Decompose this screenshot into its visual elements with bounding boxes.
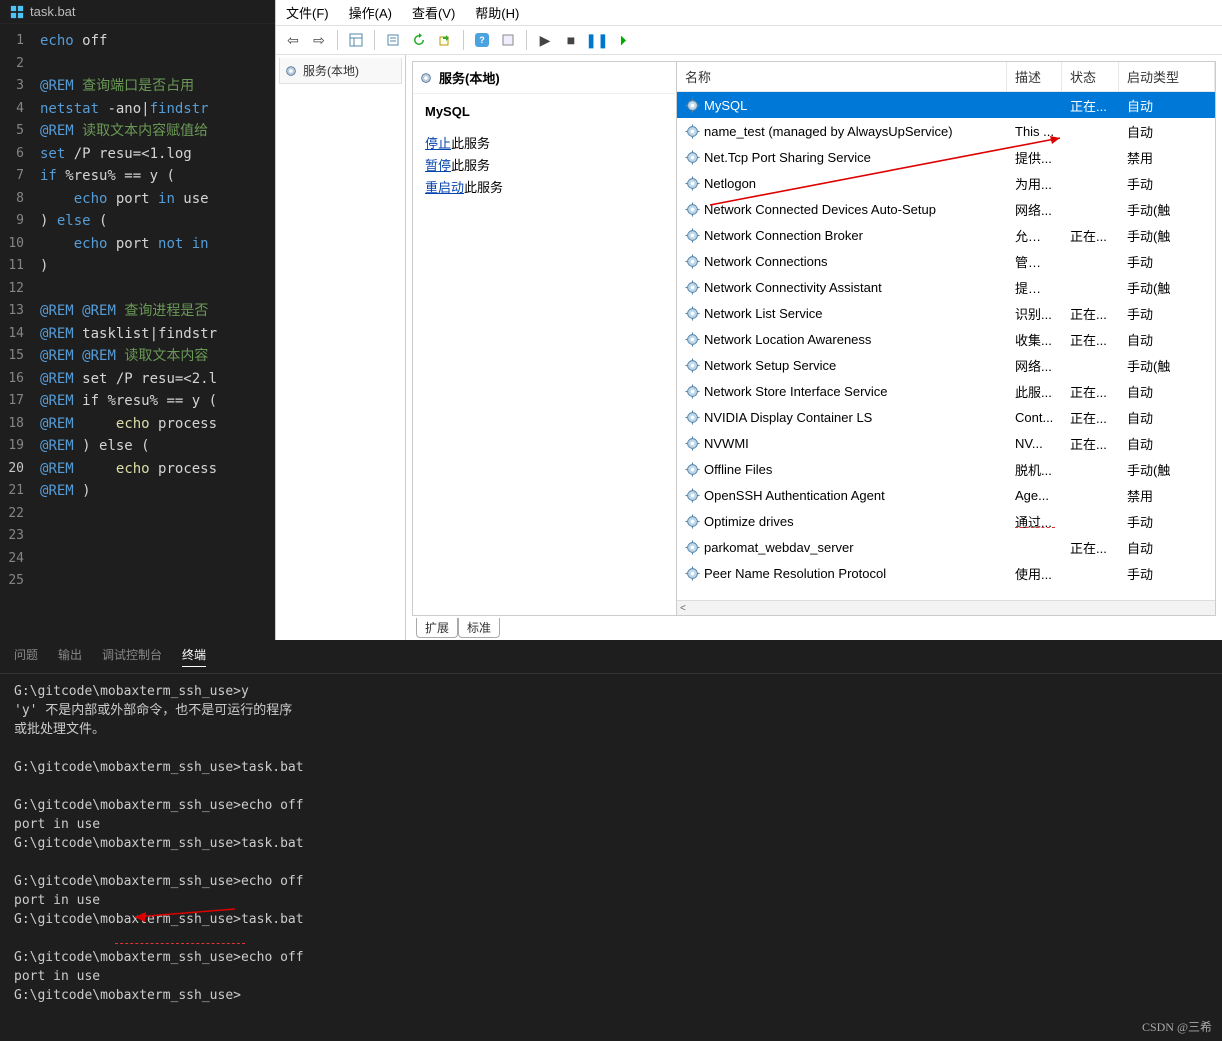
table-row[interactable]: NVIDIA Display Container LSCont...正在...自… xyxy=(677,404,1215,430)
gear-icon xyxy=(284,64,298,78)
restart-link[interactable]: 重启动 xyxy=(425,180,464,195)
horizontal-scroll-hint[interactable]: < xyxy=(677,600,1215,615)
col-status[interactable]: 状态 xyxy=(1062,62,1119,91)
table-row[interactable]: name_test (managed by AlwaysUpService)Th… xyxy=(677,118,1215,144)
pause-link[interactable]: 暂停 xyxy=(425,158,451,173)
properties-icon[interactable] xyxy=(382,29,404,51)
tab-调试控制台[interactable]: 调试控制台 xyxy=(102,646,162,667)
annotation-underline xyxy=(1015,527,1055,528)
table-row[interactable]: Netlogon为用...手动 xyxy=(677,170,1215,196)
menu-help[interactable]: 帮助(H) xyxy=(475,3,519,22)
col-name[interactable]: 名称 xyxy=(677,62,1007,91)
separator xyxy=(337,30,338,50)
pause-text: 此服务 xyxy=(451,158,490,173)
menu-action[interactable]: 操作(A) xyxy=(349,3,392,22)
start-icon[interactable]: ▶ xyxy=(534,29,556,51)
table-row[interactable]: Optimize drives通过...手动 xyxy=(677,508,1215,534)
table-row[interactable]: parkomat_webdav_server正在...自动 xyxy=(677,534,1215,560)
left-tree: 服务(本地) xyxy=(276,55,406,640)
refresh-icon[interactable] xyxy=(408,29,430,51)
back-icon[interactable]: ⇦ xyxy=(282,29,304,51)
col-start[interactable]: 启动类型 xyxy=(1119,62,1215,91)
tab-extended[interactable]: 扩展 xyxy=(416,618,458,638)
toolbar: ⇦ ⇨ ? ▶ ■ ❚❚ ⏵ xyxy=(276,25,1222,55)
table-row[interactable]: Network Connected Devices Auto-Setup网络..… xyxy=(677,196,1215,222)
table-row[interactable]: Network Connections管理"...手动 xyxy=(677,248,1215,274)
forward-icon[interactable]: ⇨ xyxy=(308,29,330,51)
view-icon[interactable] xyxy=(345,29,367,51)
table-row[interactable]: Network Store Interface Service此服...正在..… xyxy=(677,378,1215,404)
watermark: CSDN @三希 xyxy=(1142,1018,1212,1035)
detail-header-text: 服务(本地) xyxy=(439,68,500,87)
detail-header: 服务(本地) xyxy=(413,62,676,94)
menu-bar: 文件(F) 操作(A) 查看(V) 帮助(H) xyxy=(276,0,1222,25)
help-icon[interactable]: ? xyxy=(471,29,493,51)
table-row[interactable]: Peer Name Resolution Protocol使用...手动 xyxy=(677,560,1215,586)
stop-text: 此服务 xyxy=(451,136,490,151)
export-icon[interactable] xyxy=(434,29,456,51)
restart-icon[interactable]: ⏵ xyxy=(612,29,634,51)
table-row[interactable]: Network List Service识别...正在...手动 xyxy=(677,300,1215,326)
vscode-pane: task.bat 1echo off23@REM 查询端口是否占用4netsta… xyxy=(0,0,275,640)
menu-view[interactable]: 查看(V) xyxy=(412,3,455,22)
restart-text: 此服务 xyxy=(464,180,503,195)
services-main: 服务(本地) 服务(本地) MySQL 停止此服务 暂停此服务 重启动此服务 名… xyxy=(276,55,1222,640)
terminal-tabs: 问题输出调试控制台终端 xyxy=(0,640,1222,674)
tab-终端[interactable]: 终端 xyxy=(182,646,206,667)
bottom-tabs: 扩展 标准 xyxy=(412,618,1222,640)
detail-pane: 服务(本地) MySQL 停止此服务 暂停此服务 重启动此服务 xyxy=(412,61,677,616)
tab-standard[interactable]: 标准 xyxy=(458,618,500,638)
selected-service-name: MySQL xyxy=(425,104,664,119)
code-area[interactable]: 1echo off23@REM 查询端口是否占用4netstat -ano|fi… xyxy=(0,24,275,599)
terminal-panel: 问题输出调试控制台终端 G:\gitcode\mobaxterm_ssh_use… xyxy=(0,640,1222,1041)
separator xyxy=(526,30,527,50)
detail-content: MySQL 停止此服务 暂停此服务 重启动此服务 xyxy=(413,94,676,209)
table-row[interactable]: NVWMINV...正在...自动 xyxy=(677,430,1215,456)
pause-icon[interactable]: ❚❚ xyxy=(586,29,608,51)
col-desc[interactable]: 描述 xyxy=(1007,62,1062,91)
annotation-underline xyxy=(115,943,245,944)
editor-tab-name: task.bat xyxy=(30,4,76,19)
table-row[interactable]: Network Connectivity Assistant提供 ...手动(触 xyxy=(677,274,1215,300)
tree-label: 服务(本地) xyxy=(303,62,359,79)
table-row[interactable]: OpenSSH Authentication AgentAge...禁用 xyxy=(677,482,1215,508)
stop-link[interactable]: 停止 xyxy=(425,136,451,151)
table-row[interactable]: MySQL正在...自动 xyxy=(677,92,1215,118)
separator xyxy=(374,30,375,50)
separator xyxy=(463,30,464,50)
gear-icon xyxy=(419,71,433,85)
services-window: 文件(F) 操作(A) 查看(V) 帮助(H) ⇦ ⇨ ? ▶ ■ ❚❚ ⏵ 服… xyxy=(275,0,1222,640)
service-rows[interactable]: MySQL正在...自动name_test (managed by Always… xyxy=(677,92,1215,600)
editor-tab[interactable]: task.bat xyxy=(0,0,275,24)
tab-输出[interactable]: 输出 xyxy=(58,646,82,667)
table-row[interactable]: Net.Tcp Port Sharing Service提供...禁用 xyxy=(677,144,1215,170)
bat-file-icon xyxy=(10,5,24,19)
table-row[interactable]: Network Connection Broker允许 ...正在...手动(触 xyxy=(677,222,1215,248)
table-row[interactable]: Network Location Awareness收集...正在...自动 xyxy=(677,326,1215,352)
table-row[interactable]: Offline Files脱机...手动(触 xyxy=(677,456,1215,482)
service-list-pane: 名称 描述 状态 启动类型 MySQL正在...自动name_test (man… xyxy=(677,61,1216,616)
options-icon[interactable] xyxy=(497,29,519,51)
tab-问题[interactable]: 问题 xyxy=(14,646,38,667)
stop-icon[interactable]: ■ xyxy=(560,29,582,51)
terminal-body[interactable]: G:\gitcode\mobaxterm_ssh_use>y 'y' 不是内部或… xyxy=(0,674,1222,1013)
table-row[interactable]: Network Setup Service网络...手动(触 xyxy=(677,352,1215,378)
menu-file[interactable]: 文件(F) xyxy=(286,3,329,22)
grid-header: 名称 描述 状态 启动类型 xyxy=(677,62,1215,92)
tree-node-local[interactable]: 服务(本地) xyxy=(279,58,402,84)
